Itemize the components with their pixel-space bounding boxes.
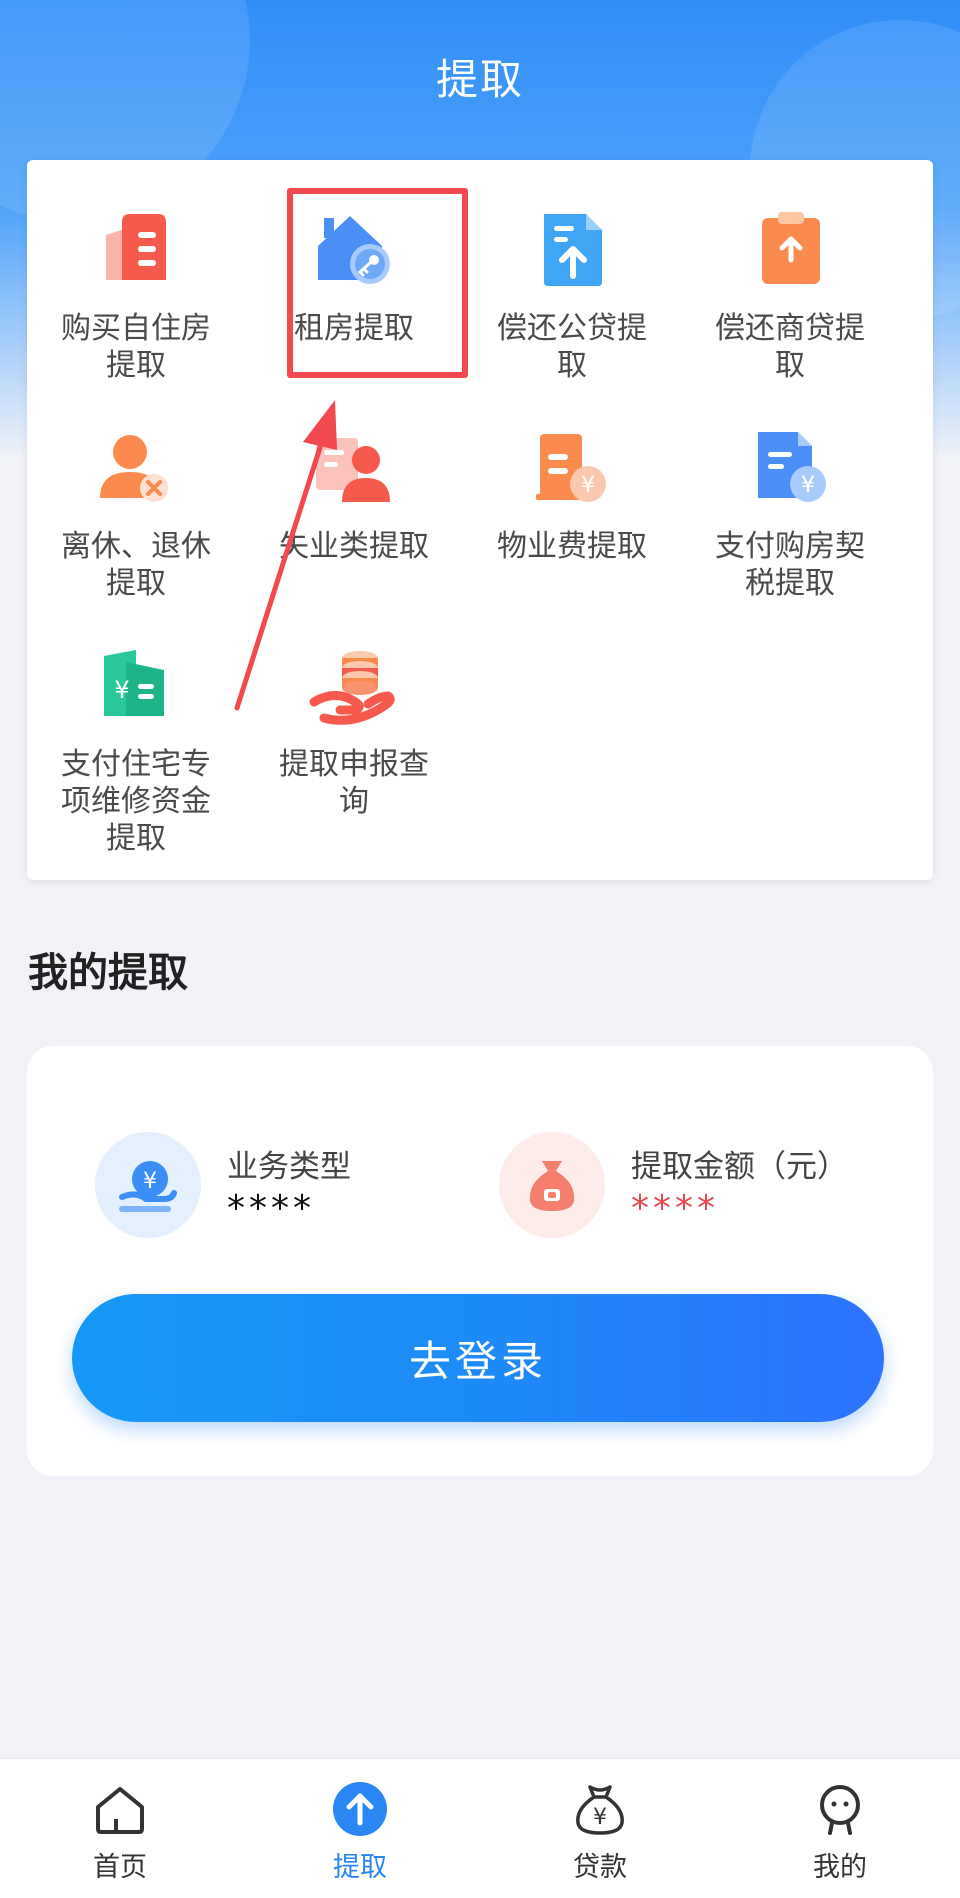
tab-mine[interactable]: 我的 — [720, 1759, 960, 1898]
arrow-up-circle-icon — [333, 1782, 387, 1836]
tab-label: 提取 — [333, 1852, 387, 1883]
home-icon — [96, 1787, 144, 1834]
tab-label: 贷款 — [573, 1852, 627, 1883]
service-withdrawal-query[interactable]: 提取申报查询 — [245, 636, 463, 820]
document-upload-icon — [544, 214, 602, 286]
service-repay-commercial-loan[interactable]: 偿还商贷提取 — [681, 200, 899, 384]
service-label: 偿还商贷提取 — [715, 311, 865, 383]
service-buy-home[interactable]: 购买自住房提取 — [27, 200, 245, 384]
tab-home[interactable]: 首页 — [0, 1759, 240, 1898]
withdrawal-amount-stat: 提取金额（元） **** — [499, 1132, 848, 1238]
person-cancel-icon — [100, 435, 168, 502]
bottom-tab-bar: 首页 提取 ¥ 贷款 我的 — [0, 1758, 960, 1898]
service-deed-tax[interactable]: ¥ 支付购房契税提取 — [681, 418, 899, 602]
building-yuan-icon: ¥ — [536, 434, 606, 502]
clipboard-upload-icon — [762, 212, 820, 284]
business-type-stat: ¥ 业务类型 **** — [95, 1132, 351, 1238]
hand-coins-icon — [309, 651, 395, 725]
user-icon — [820, 1785, 860, 1835]
tab-label: 首页 — [93, 1852, 147, 1883]
svg-text:¥: ¥ — [143, 1169, 157, 1194]
service-repay-public-loan[interactable]: 偿还公贷提取 — [463, 200, 681, 384]
login-button[interactable]: 去登录 — [72, 1294, 884, 1422]
svg-text:¥: ¥ — [593, 1805, 607, 1830]
my-withdrawals-card: ¥ 业务类型 **** 提取金额（元） **** 去登录 — [27, 1046, 933, 1476]
service-retirement[interactable]: 离休、退休提取 — [27, 418, 245, 602]
withdrawal-amount-label: 提取金额（元） — [631, 1149, 848, 1185]
business-type-label: 业务类型 — [227, 1149, 351, 1185]
money-bag-icon: ¥ — [576, 1785, 624, 1835]
service-property-fee[interactable]: ¥ 物业费提取 — [463, 418, 681, 565]
person-list-icon — [316, 438, 390, 502]
building-yuan-card-icon: ¥ — [104, 650, 164, 716]
document-yuan-icon: ¥ — [758, 432, 826, 502]
service-label: 离休、退休提取 — [61, 529, 211, 601]
withdrawal-amount-value: **** — [631, 1188, 719, 1229]
service-rent[interactable]: 租房提取 — [245, 200, 463, 347]
money-bag-icon — [499, 1132, 605, 1238]
service-label: 租房提取 — [294, 311, 414, 346]
service-grid-card: 购买自住房提取 租房提取 偿还公贷提取 偿还商贷提取 离休、退休提取 失业类提取… — [27, 160, 933, 880]
tab-label: 我的 — [813, 1852, 867, 1883]
service-label: 支付购房契税提取 — [715, 529, 865, 601]
tab-loan[interactable]: ¥ 贷款 — [480, 1759, 720, 1898]
service-maintenance-fund[interactable]: ¥ 支付住宅专项维修资金提取 — [27, 636, 245, 857]
service-label: 购买自住房提取 — [61, 311, 211, 383]
svg-text:¥: ¥ — [114, 676, 129, 704]
page-title: 提取 — [435, 55, 524, 104]
business-type-value: **** — [227, 1188, 315, 1229]
service-label: 提取申报查询 — [279, 747, 429, 819]
house-key-icon — [318, 216, 390, 284]
service-label: 物业费提取 — [497, 529, 647, 564]
service-label: 失业类提取 — [279, 529, 429, 564]
svg-text:¥: ¥ — [581, 473, 595, 498]
tab-withdraw[interactable]: 提取 — [240, 1759, 480, 1898]
section-title-my-withdrawals: 我的提取 — [28, 950, 188, 996]
building-document-icon — [106, 214, 166, 280]
yuan-hand-icon: ¥ — [95, 1132, 201, 1238]
service-unemployment[interactable]: 失业类提取 — [245, 418, 463, 565]
svg-text:¥: ¥ — [801, 473, 815, 498]
service-label: 偿还公贷提取 — [497, 311, 647, 383]
service-label: 支付住宅专项维修资金提取 — [61, 747, 211, 856]
